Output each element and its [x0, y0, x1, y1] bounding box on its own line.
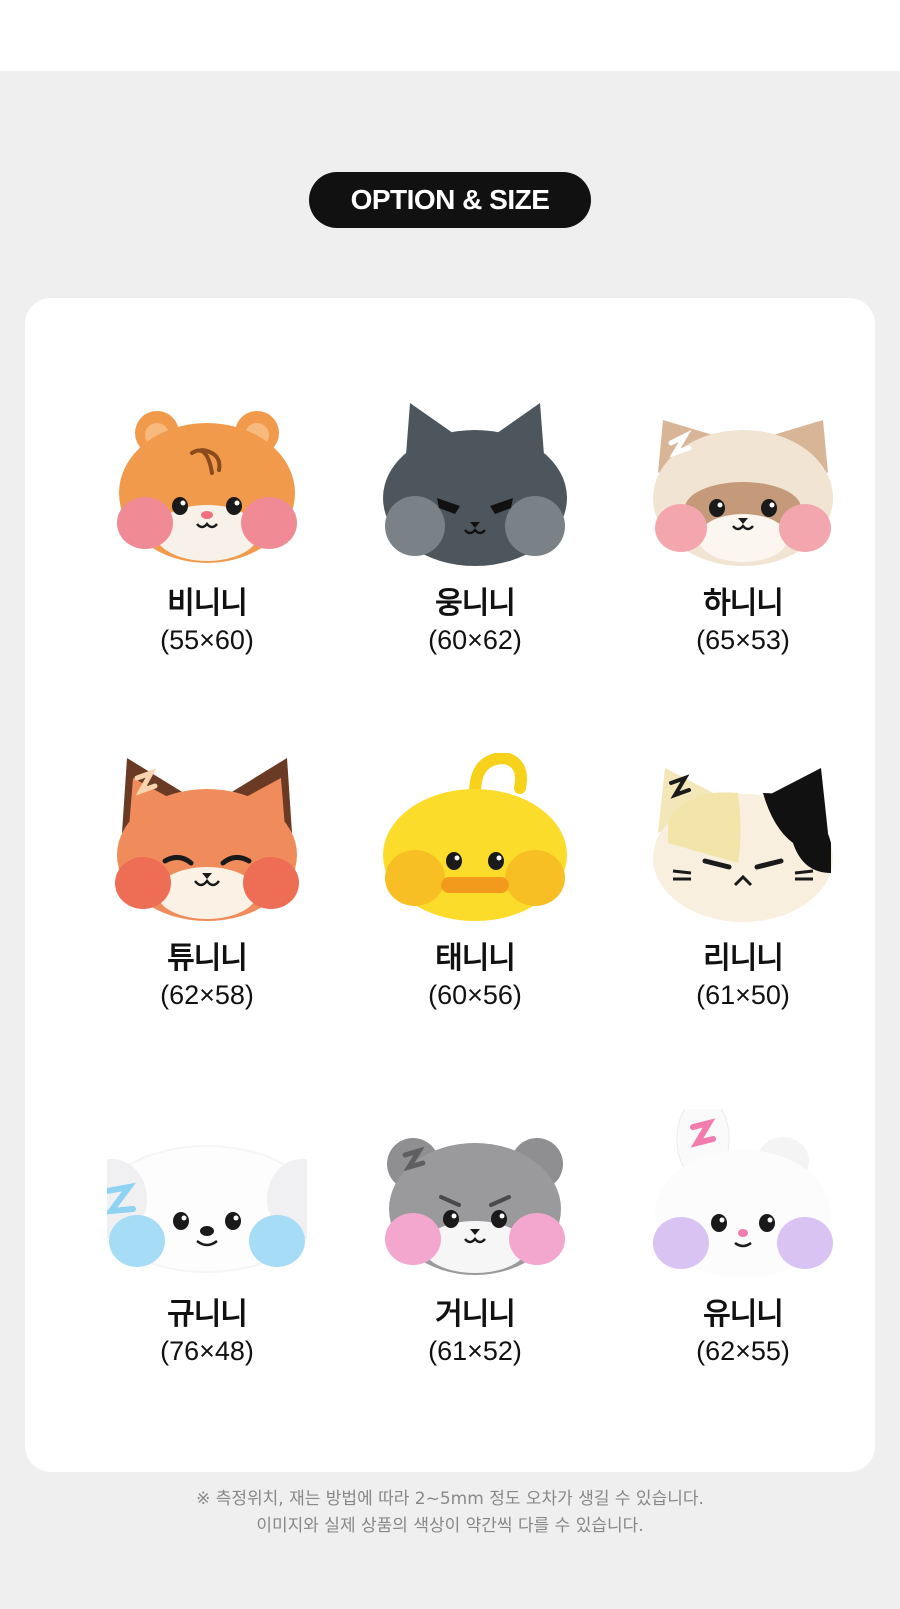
option-name: 하니니: [703, 586, 784, 621]
product-options-card: 비니니 (55×60) 웅니니 (60×62) 하니니 (65×53) 튜니니 …: [25, 298, 875, 1472]
puppy-face-icon: [107, 1109, 307, 1279]
option-size: (61×50): [696, 980, 790, 1010]
option-item-taenini: 태니니 (60×56): [341, 753, 609, 1013]
calico-cat-face-icon: [643, 753, 843, 923]
option-size: (62×58): [160, 980, 254, 1010]
option-size: (65×53): [696, 625, 790, 655]
option-item-ungnini: 웅니니 (60×62): [341, 398, 609, 658]
fox-face-icon: [107, 753, 307, 923]
option-name: 거니니: [435, 1297, 516, 1332]
top-band: [0, 0, 900, 71]
option-size: (60×56): [428, 980, 522, 1010]
option-item-yunini: 유니니 (62×55): [609, 1109, 877, 1369]
option-item-hanini: 하니니 (65×53): [609, 398, 877, 658]
option-name: 리니니: [703, 941, 784, 976]
option-item-tyunini: 튜니니 (62×58): [73, 753, 341, 1013]
option-item-binini: 비니니 (55×60): [73, 398, 341, 658]
schnauzer-face-icon: [375, 1109, 575, 1279]
option-item-gyunini: 규니니 (76×48): [73, 1109, 341, 1369]
option-name: 태니니: [435, 941, 516, 976]
measurement-note: ※ 측정위치, 재는 방법에 따라 2~5mm 정도 오차가 생길 수 있습니다…: [196, 1489, 704, 1509]
hamster-face-icon: [107, 398, 307, 568]
option-name: 유니니: [703, 1297, 784, 1332]
option-size: (60×62): [428, 625, 522, 655]
disclaimer-notes: ※ 측정위치, 재는 방법에 따라 2~5mm 정도 오차가 생길 수 있습니다…: [0, 1486, 900, 1540]
option-item-rinini: 리니니 (61×50): [609, 753, 877, 1013]
raccoon-face-icon: [643, 398, 843, 568]
option-size: (62×55): [696, 1336, 790, 1366]
option-name: 비니니: [167, 586, 248, 621]
option-size: (55×60): [160, 625, 254, 655]
color-note: 이미지와 실제 상품의 색상이 약간씩 다를 수 있습니다.: [256, 1516, 644, 1536]
option-size: (61×52): [428, 1336, 522, 1366]
option-name: 웅니니: [435, 586, 516, 621]
option-name: 규니니: [167, 1297, 248, 1332]
bunny-face-icon: [643, 1109, 843, 1279]
gray-cat-face-icon: [375, 398, 575, 568]
option-name: 튜니니: [167, 941, 248, 976]
option-size-badge: OPTION & SIZE: [309, 172, 591, 228]
chick-face-icon: [375, 753, 575, 923]
option-item-geonini: 거니니 (61×52): [341, 1109, 609, 1369]
option-size: (76×48): [160, 1336, 254, 1366]
